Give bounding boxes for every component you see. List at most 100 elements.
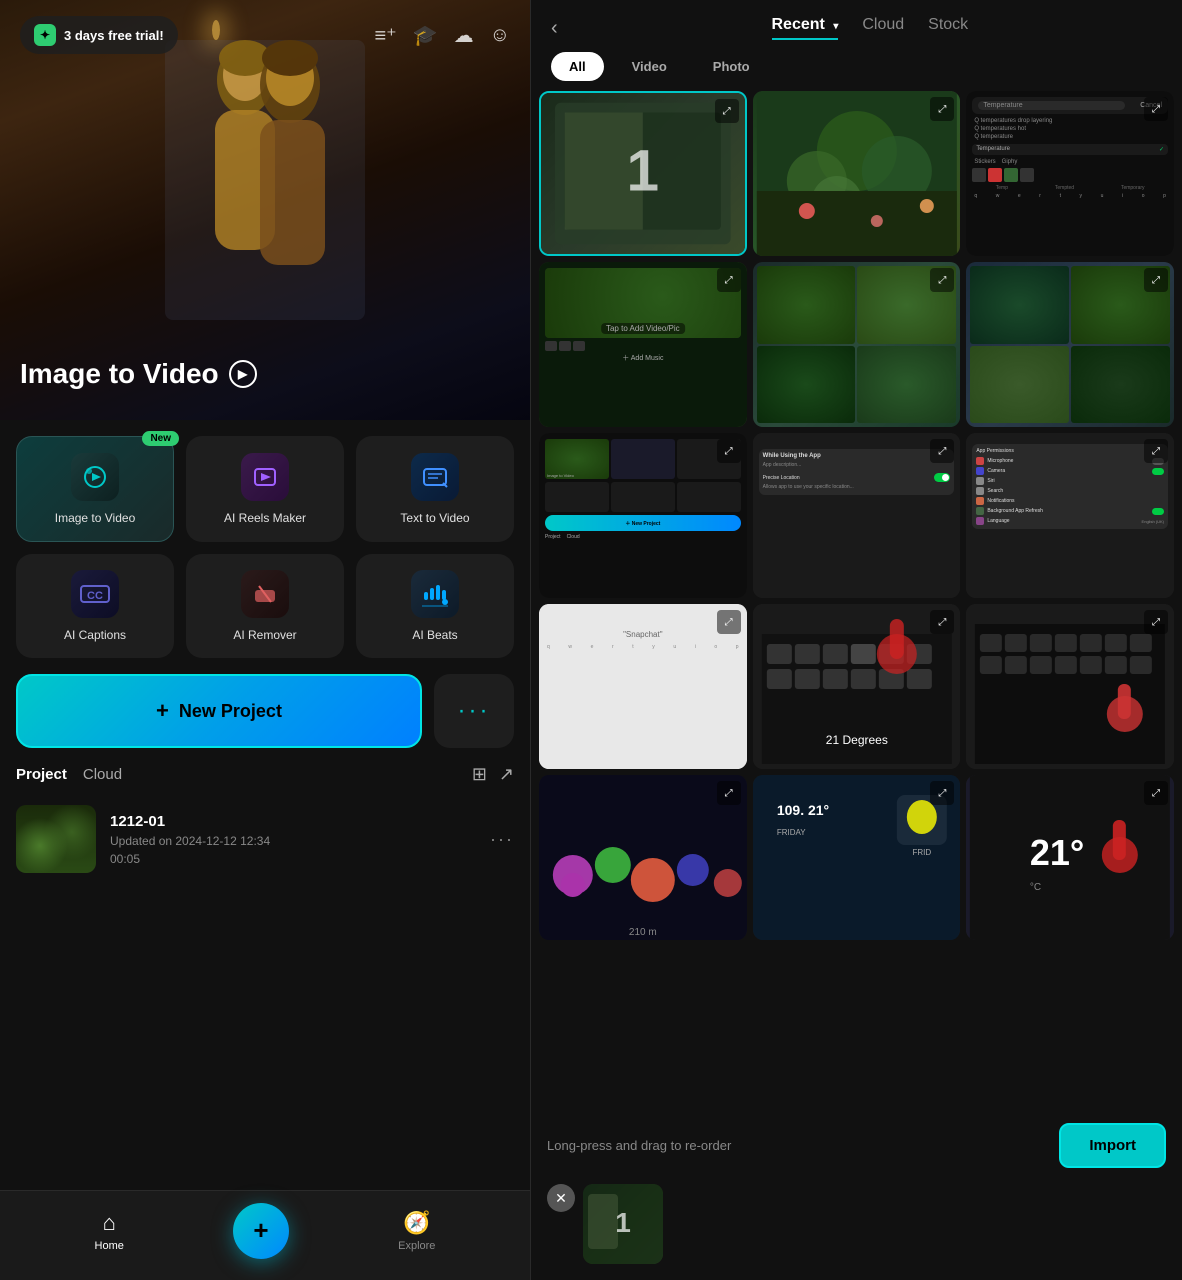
tab-cloud[interactable]: Cloud: [862, 16, 904, 40]
tool-icon-ai-beats: [411, 570, 459, 618]
tool-image-to-video[interactable]: New Image to Video: [16, 436, 174, 542]
expand-icon-6: ⤢: [1144, 268, 1168, 292]
tab-project[interactable]: Project: [16, 766, 67, 783]
project-duration: 00:05: [110, 852, 476, 866]
menu-icon[interactable]: ≡⁺: [374, 23, 396, 48]
expand-icon-9: ⤢: [1144, 439, 1168, 463]
svg-text:21°: 21°: [1030, 832, 1084, 873]
project-info: 1212-01 Updated on 2024-12-12 12:34 00:0…: [110, 813, 476, 866]
expand-icon-15: ⤢: [1144, 781, 1168, 805]
right-nav-row: ‹ Recent ▾ Cloud Stock: [551, 16, 1162, 40]
tool-ai-captions[interactable]: CC AI Captions: [16, 554, 174, 658]
tool-icon-ai-remover: [241, 570, 289, 618]
right-panel: ‹ Recent ▾ Cloud Stock All Video Photo: [530, 0, 1182, 1280]
svg-text:21 Degrees: 21 Degrees: [825, 733, 887, 747]
project-more-button[interactable]: ···: [490, 829, 514, 850]
svg-text:FRID: FRID: [912, 848, 931, 857]
tool-icon-text-to-video: [411, 453, 459, 501]
filter-all[interactable]: All: [551, 52, 604, 81]
expand-icon-13: ⤢: [717, 781, 741, 805]
tool-icon-ai-captions: CC: [71, 570, 119, 618]
svg-text:°C: °C: [1030, 882, 1041, 893]
nav-explore[interactable]: 🧭 Explore: [398, 1210, 435, 1252]
expand-icon-1: ⤢: [715, 99, 739, 123]
hero-title: Image to Video ▶: [20, 358, 257, 390]
nav-create-button[interactable]: +: [233, 1203, 289, 1259]
drag-hint: Long-press and drag to re-order: [547, 1138, 731, 1153]
tool-icon-ai-reels: [241, 453, 289, 501]
expand-icon-4: ⤢: [717, 268, 741, 292]
strip-thumbnail-1[interactable]: 1: [583, 1184, 663, 1264]
expand-icon-3: ⤢: [1144, 97, 1168, 121]
media-cell-2[interactable]: ⤢: [753, 91, 961, 256]
svg-text:CC: CC: [87, 590, 103, 602]
new-badge: New: [142, 431, 179, 446]
media-row-1: 1 ⤢: [539, 91, 1174, 256]
media-cell-1[interactable]: 1 ⤢: [539, 91, 747, 256]
nav-home-label: Home: [95, 1240, 124, 1252]
tab-recent[interactable]: Recent ▾: [772, 16, 839, 40]
grid-view-icon[interactable]: ⊞: [472, 764, 487, 785]
tool-label-image-to-video: Image to Video: [55, 511, 136, 525]
new-project-button[interactable]: + New Project: [16, 674, 422, 748]
svg-text:210 m: 210 m: [629, 927, 657, 938]
expand-icon-5: ⤢: [930, 268, 954, 292]
media-grid: 1 ⤢: [531, 91, 1182, 1111]
cloud-icon[interactable]: ☁: [454, 23, 474, 48]
trial-badge[interactable]: ✦ 3 days free trial!: [20, 16, 178, 54]
media-cell-15[interactable]: 21° °C ⤢: [966, 775, 1174, 940]
media-cell-14[interactable]: 109. 21° FRIDAY FRID ⤢: [753, 775, 961, 940]
hat-icon[interactable]: 🎓: [413, 23, 438, 48]
filter-row: All Video Photo: [551, 52, 1162, 81]
media-row-3: Image to Video ＋ New Project: [539, 433, 1174, 598]
media-cell-3[interactable]: Temperature Cancel Q temperatures drop l…: [966, 91, 1174, 256]
media-cell-7[interactable]: Image to Video ＋ New Project: [539, 433, 747, 598]
media-cell-9[interactable]: App Permissions Microphone Camera: [966, 433, 1174, 598]
tool-ai-remover[interactable]: AI Remover: [186, 554, 344, 658]
explore-icon: 🧭: [403, 1210, 430, 1236]
back-button[interactable]: ‹: [551, 17, 558, 40]
media-cell-5[interactable]: ⤢: [753, 262, 961, 427]
bottom-bar: Long-press and drag to re-order Import: [531, 1111, 1182, 1184]
tool-label-ai-reels: AI Reels Maker: [224, 511, 306, 525]
hero-top-bar: ✦ 3 days free trial! ≡⁺ 🎓 ☁ ☺: [0, 0, 530, 70]
project-item[interactable]: 1212-01 Updated on 2024-12-12 12:34 00:0…: [16, 797, 514, 881]
project-name: 1212-01: [110, 813, 476, 830]
svg-text:1: 1: [627, 139, 660, 204]
nav-explore-label: Explore: [398, 1240, 435, 1252]
nav-home[interactable]: ⌂ Home: [95, 1210, 124, 1252]
share-icon[interactable]: ↗: [499, 764, 514, 785]
content-area: New Image to Video AI Reels Maker Text t…: [0, 420, 530, 1280]
dropdown-arrow: ▾: [833, 21, 838, 32]
tab-stock[interactable]: Stock: [928, 16, 968, 40]
tool-ai-beats[interactable]: AI Beats: [356, 554, 514, 658]
media-cell-6[interactable]: ⤢: [966, 262, 1174, 427]
project-date: Updated on 2024-12-12 12:34: [110, 834, 476, 848]
expand-icon-10: ⤢: [717, 610, 741, 634]
media-cell-11[interactable]: 21 Degrees ⤢: [753, 604, 961, 769]
expand-icon-12: ⤢: [1144, 610, 1168, 634]
project-thumbnail: [16, 805, 96, 873]
tool-icon-image-to-video: [71, 453, 119, 501]
media-cell-12[interactable]: ⤢: [966, 604, 1174, 769]
import-button[interactable]: Import: [1059, 1123, 1166, 1168]
bottom-strip: ✕ 1: [531, 1184, 1182, 1280]
media-cell-8[interactable]: While Using the App App description... P…: [753, 433, 961, 598]
tool-text-to-video[interactable]: Text to Video: [356, 436, 514, 542]
media-cell-13[interactable]: 210 m ⤢: [539, 775, 747, 940]
play-button[interactable]: ▶: [229, 360, 257, 388]
left-panel: ✦ 3 days free trial! ≡⁺ 🎓 ☁ ☺ Image to V…: [0, 0, 530, 1280]
tool-ai-reels[interactable]: AI Reels Maker: [186, 436, 344, 542]
media-cell-10[interactable]: "Snapchat" qwertyuiop ⤢: [539, 604, 747, 769]
tool-label-ai-remover: AI Remover: [233, 628, 296, 642]
filter-photo[interactable]: Photo: [695, 52, 768, 81]
more-button[interactable]: ···: [434, 674, 514, 748]
tools-grid: New Image to Video AI Reels Maker Text t…: [16, 436, 514, 658]
media-cell-4[interactable]: Tap to Add Video/Pic ＋ Add Music ⤢: [539, 262, 747, 427]
bottom-nav: ⌂ Home + 🧭 Explore: [0, 1190, 530, 1280]
strip-close-button[interactable]: ✕: [547, 1184, 575, 1212]
tab-cloud[interactable]: Cloud: [83, 766, 122, 783]
filter-video[interactable]: Video: [614, 52, 685, 81]
tool-label-ai-captions: AI Captions: [64, 628, 126, 642]
smiley-icon[interactable]: ☺: [490, 24, 510, 47]
